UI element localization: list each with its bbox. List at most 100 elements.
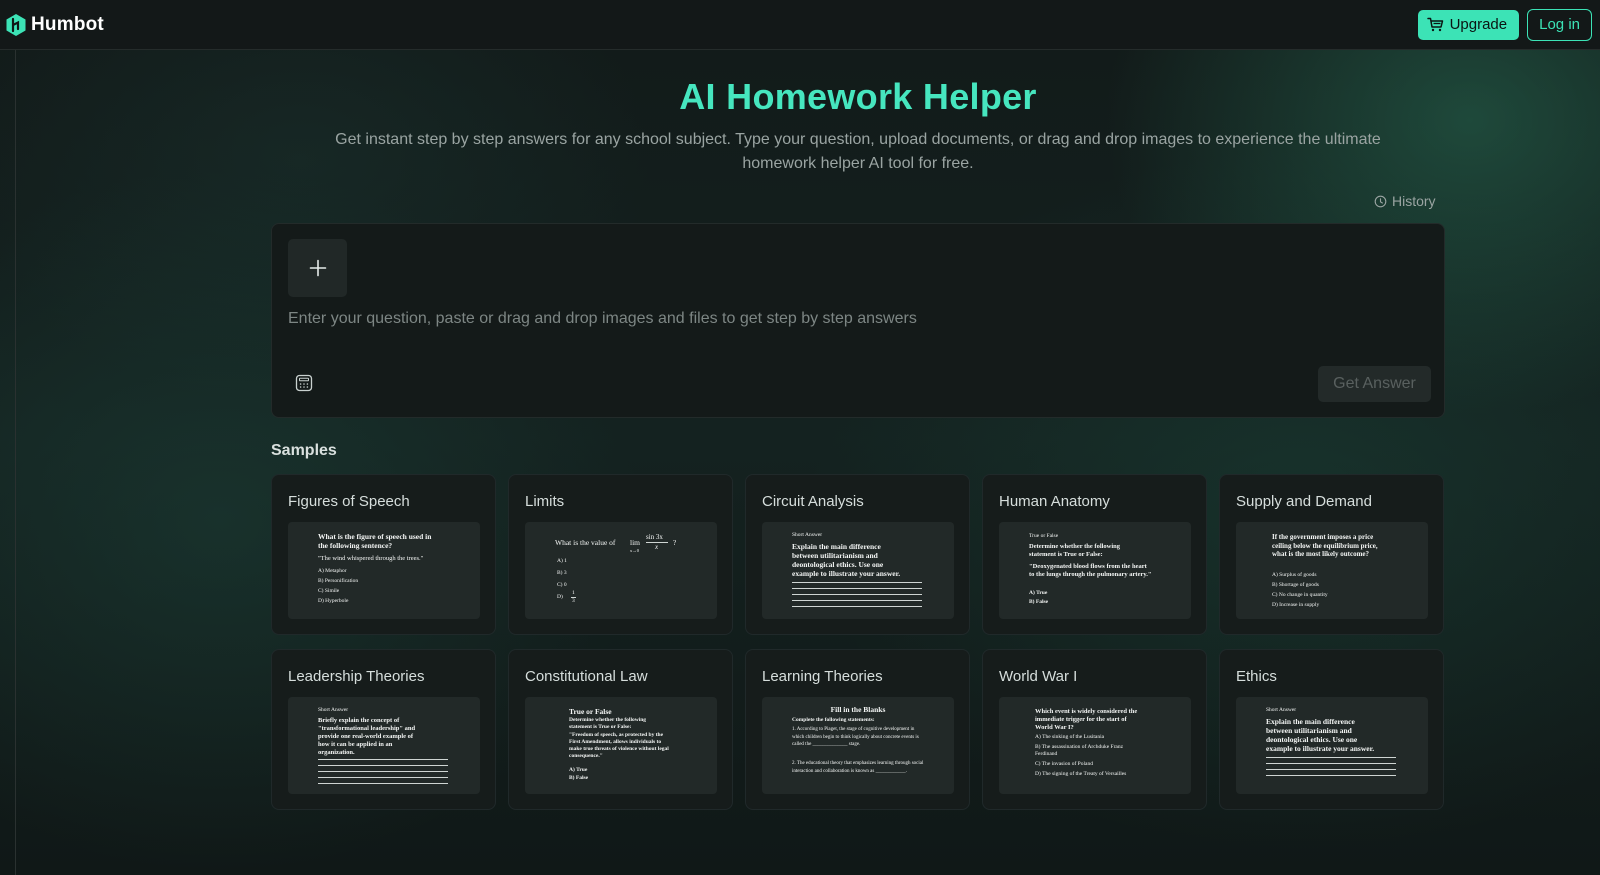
history-icon <box>1374 195 1387 207</box>
preview-option: D) <box>557 594 563 600</box>
question-input[interactable] <box>288 306 1388 332</box>
answer-line <box>318 777 448 778</box>
question-composer: Get Answer <box>271 223 1445 418</box>
sample-preview: Short Answer Briefly explain the concept… <box>288 697 480 794</box>
answer-line <box>792 600 922 601</box>
sample-card-leadership-theories[interactable]: Leadership Theories Short Answer Briefly… <box>271 649 496 810</box>
sample-card-title: Supply and Demand <box>1236 493 1372 510</box>
answer-line <box>792 606 922 607</box>
humbot-logo-icon <box>6 13 26 36</box>
preview-question: Explain the main difference between util… <box>1266 717 1375 753</box>
preview-question-mark: ? <box>673 538 677 547</box>
preview-kind: Short Answer <box>792 532 823 538</box>
preview-question: What is the figure of speech used in the… <box>318 532 432 550</box>
answer-line <box>792 594 922 595</box>
sample-card-human-anatomy[interactable]: Human Anatomy True or False Determine wh… <box>982 474 1207 635</box>
preview-limit-denominator: x <box>655 543 659 551</box>
preview-question: Determine whether the following statemen… <box>569 717 647 730</box>
sample-card-limits[interactable]: Limits What is the value of lim x→0 sin … <box>508 474 733 635</box>
sample-card-title: Limits <box>525 493 565 510</box>
sample-card-supply-and-demand[interactable]: Supply and Demand If the government impo… <box>1219 474 1444 635</box>
preview-question: What is the value of <box>555 538 616 547</box>
preview-option: A) 1 <box>557 558 567 564</box>
sample-card-constitutional-law[interactable]: Constitutional Law True or False Determi… <box>508 649 733 810</box>
preview-kind: True or False <box>1029 533 1059 539</box>
preview-option: C) Simile <box>318 588 340 594</box>
preview-option: D) Increase in supply <box>1272 602 1320 608</box>
samples-heading: Samples <box>271 442 337 459</box>
preview-option-fraction-den: 3 <box>572 598 575 604</box>
sample-card-title: Leadership Theories <box>288 668 425 685</box>
preview-question: If the government imposes a price ceilin… <box>1272 533 1378 558</box>
sample-preview: What is the figure of speech used in the… <box>288 522 480 619</box>
sample-card-circuit-analysis[interactable]: Circuit Analysis Short Answer Explain th… <box>745 474 970 635</box>
preview-question: Complete the following statements: <box>792 717 875 723</box>
sample-card-ethics[interactable]: Ethics Short Answer Explain the main dif… <box>1219 649 1444 810</box>
sample-preview: Which event is widely considered the imm… <box>999 697 1191 794</box>
preview-limit: lim <box>630 538 641 547</box>
preview-option: B) 3 <box>557 570 567 576</box>
login-button[interactable]: Log in <box>1527 8 1592 41</box>
sample-card-title: Circuit Analysis <box>762 493 864 510</box>
preview-option: B) The assassination of Archduke Franz F… <box>1035 744 1124 757</box>
preview-item: 1. According to Piaget, the stage of cog… <box>792 727 919 747</box>
preview-option: A) Surplus of goods <box>1272 572 1317 578</box>
brand-name: Humbot <box>31 13 104 35</box>
preview-option: B) False <box>569 775 589 781</box>
calculator-icon[interactable] <box>295 374 313 392</box>
preview-kind: True or False <box>569 707 612 716</box>
answer-line <box>1266 769 1396 770</box>
answer-line <box>792 588 922 589</box>
preview-option: C) The invasion of Poland <box>1035 761 1093 767</box>
sample-preview: What is the value of lim x→0 sin 3x x ? … <box>525 522 717 619</box>
history-link[interactable]: History <box>1374 193 1442 209</box>
sample-preview: Short Answer Explain the main difference… <box>1236 697 1428 794</box>
sample-card-world-war-i[interactable]: World War I Which event is widely consid… <box>982 649 1207 810</box>
sample-card-title: World War I <box>999 668 1078 685</box>
preview-question: Which event is widely considered the imm… <box>1035 708 1138 731</box>
sample-preview: If the government imposes a price ceilin… <box>1236 522 1428 619</box>
sample-card-figures-of-speech[interactable]: Figures of Speech What is the figure of … <box>271 474 496 635</box>
sample-card-title: Human Anatomy <box>999 493 1110 510</box>
preview-question: Determine whether the following statemen… <box>1029 543 1121 558</box>
answer-line <box>1266 775 1396 776</box>
brand-logo[interactable]: Humbot <box>5 13 104 37</box>
answer-line <box>792 582 922 583</box>
sample-card-learning-theories[interactable]: Learning Theories Fill in the Blanks Com… <box>745 649 970 810</box>
answer-line <box>318 771 448 772</box>
answer-line <box>318 759 448 760</box>
preview-option: B) False <box>1029 599 1049 605</box>
preview-option: C) No change in quantity <box>1272 592 1328 598</box>
upgrade-label: Upgrade <box>1449 16 1508 33</box>
sample-card-title: Ethics <box>1236 668 1277 685</box>
add-file-button[interactable] <box>288 239 347 297</box>
preview-option: D) The signing of the Treaty of Versaill… <box>1035 771 1127 777</box>
samples-grid: Figures of Speech What is the figure of … <box>271 474 1445 810</box>
top-actions: Upgrade Log in <box>1417 8 1592 41</box>
preview-option: A) Metaphor <box>318 568 347 574</box>
sample-preview: True or False Determine whether the foll… <box>525 697 717 794</box>
preview-kind: Short Answer <box>1266 707 1297 713</box>
answer-line <box>1266 757 1396 758</box>
upgrade-button[interactable]: Upgrade <box>1417 9 1520 40</box>
page-title: AI Homework Helper <box>679 76 1037 117</box>
sample-preview: Short Answer Explain the main difference… <box>762 522 954 619</box>
answer-line <box>318 765 448 766</box>
preview-item: 2. The educational theory that emphasize… <box>792 761 924 774</box>
preview-option: B) Personification <box>318 578 359 584</box>
preview-option: A) The sinking of the Lusitania <box>1035 734 1105 740</box>
preview-option: C) 0 <box>557 582 567 588</box>
answer-line <box>1266 763 1396 764</box>
preview-quote: "The wind whispered through the trees." <box>318 555 424 562</box>
preview-kind: Fill in the Blanks <box>830 705 886 714</box>
get-answer-button[interactable]: Get Answer <box>1318 366 1431 402</box>
cart-icon <box>1426 17 1443 32</box>
preview-option: A) True <box>1029 590 1048 596</box>
preview-quote: "Freedom of speech, as protected by the … <box>569 732 669 759</box>
sample-card-title: Figures of Speech <box>288 493 410 510</box>
preview-question: Briefly explain the concept of "transfor… <box>318 717 416 756</box>
preview-question: Explain the main difference between util… <box>792 542 901 578</box>
preview-limit-numerator: sin 3x <box>646 533 663 541</box>
preview-kind: Short Answer <box>318 707 349 713</box>
plus-icon <box>309 259 326 277</box>
